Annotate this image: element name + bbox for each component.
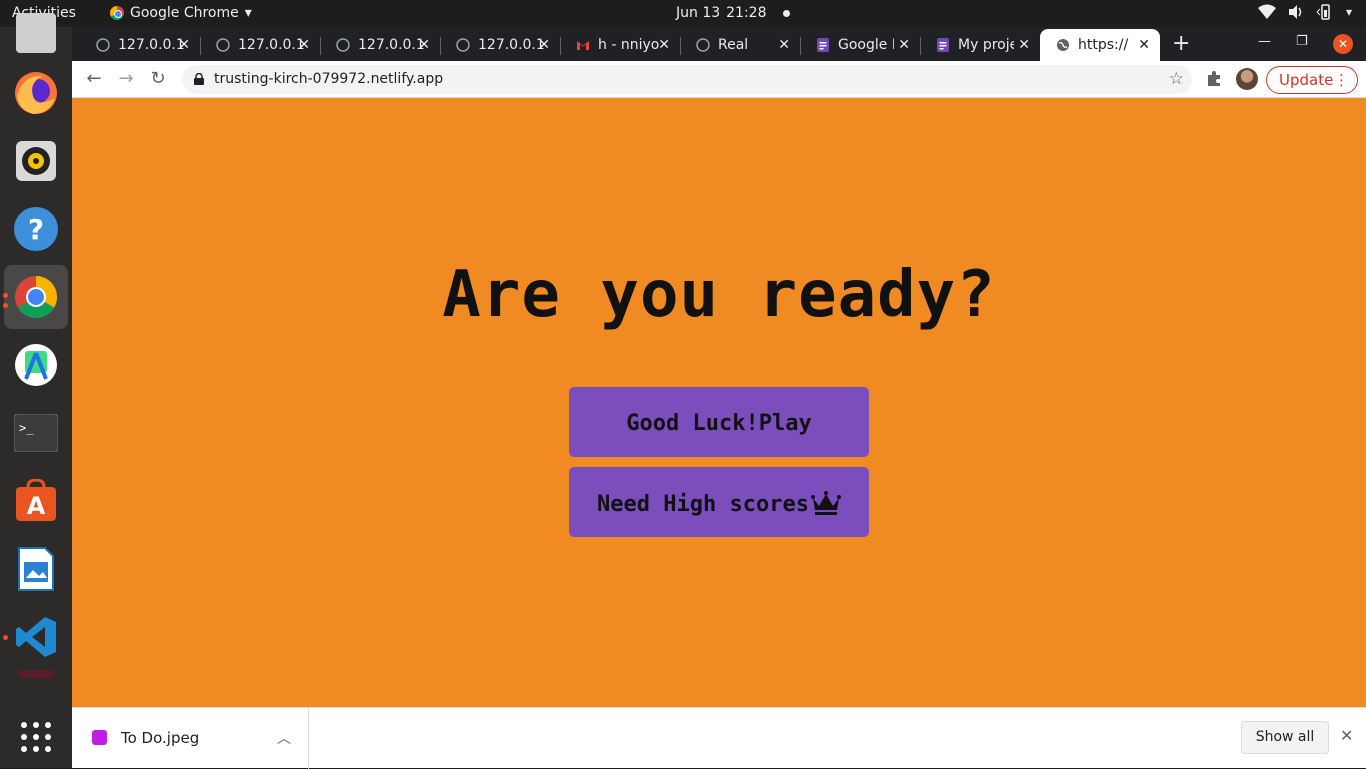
software-center-icon[interactable]: A bbox=[4, 469, 68, 533]
browser-tab[interactable]: 127.0.0.1 ✕ bbox=[320, 29, 440, 61]
tab-close-icon[interactable]: ✕ bbox=[538, 37, 550, 53]
update-button[interactable]: Update ⋮ bbox=[1266, 66, 1358, 94]
play-button[interactable]: Good Luck!Play bbox=[569, 387, 869, 457]
volume-icon bbox=[1288, 5, 1302, 19]
power-menu-icon: ▾ bbox=[1345, 5, 1352, 19]
url-text: trusting-kirch-079972.netlify.app bbox=[214, 71, 444, 87]
tab-close-icon[interactable]: ✕ bbox=[1138, 37, 1150, 53]
browser-tab[interactable]: 127.0.0.1 ✕ bbox=[80, 29, 200, 61]
tab-close-icon[interactable]: ✕ bbox=[658, 37, 670, 53]
clock[interactable]: Jun 13 21:28 bbox=[676, 5, 790, 21]
dock-partial-app-icon[interactable] bbox=[4, 667, 68, 695]
profile-avatar[interactable] bbox=[1236, 68, 1258, 90]
dock: ? >_ A bbox=[0, 13, 72, 769]
svg-text:?: ? bbox=[28, 213, 44, 246]
play-button-label: Good Luck!Play bbox=[626, 410, 812, 436]
wifi-icon bbox=[1257, 4, 1276, 19]
terminal-icon[interactable]: >_ bbox=[4, 401, 68, 465]
browser-tab[interactable]: h - nniyo ✕ bbox=[560, 29, 680, 61]
tab-strip: 127.0.0.1 ✕ 127.0.0.1 ✕ 127.0.0.1 ✕ 127.… bbox=[72, 27, 1366, 61]
back-icon[interactable]: ← bbox=[84, 69, 104, 89]
globe-icon bbox=[336, 38, 350, 52]
vscode-icon[interactable] bbox=[4, 605, 68, 669]
globe-icon bbox=[216, 38, 230, 52]
tab-close-icon[interactable]: ✕ bbox=[1018, 37, 1030, 53]
show-all-button[interactable]: Show all bbox=[1241, 721, 1329, 754]
app-menu[interactable]: Google Chrome ▾ bbox=[110, 5, 252, 21]
minimize-icon[interactable]: — bbox=[1258, 34, 1271, 49]
download-item[interactable]: To Do.jpeg ︿ bbox=[72, 708, 309, 769]
tab-close-icon[interactable]: ✕ bbox=[418, 37, 430, 53]
image-file-icon bbox=[92, 730, 107, 745]
chevron-up-icon[interactable]: ︿ bbox=[277, 728, 291, 748]
lock-icon bbox=[194, 73, 204, 85]
globe-icon bbox=[456, 38, 470, 52]
window-close-button[interactable]: ✕ bbox=[1333, 34, 1353, 54]
forward-icon[interactable]: → bbox=[116, 69, 136, 89]
tab-close-icon[interactable]: ✕ bbox=[298, 37, 310, 53]
firefox-icon[interactable] bbox=[4, 61, 68, 125]
downloads-bar: To Do.jpeg ︿ Show all ✕ bbox=[72, 707, 1366, 769]
system-tray[interactable]: ▾ bbox=[1257, 4, 1352, 20]
globe-icon bbox=[696, 38, 710, 52]
android-studio-icon[interactable] bbox=[4, 333, 68, 397]
extensions-puzzle-icon[interactable] bbox=[1206, 69, 1224, 87]
app-menu-label: Google Chrome bbox=[130, 5, 239, 21]
download-file-name: To Do.jpeg bbox=[121, 729, 200, 747]
tab-close-icon[interactable]: ✕ bbox=[898, 37, 910, 53]
kebab-menu-icon[interactable]: ⋮ bbox=[1334, 67, 1349, 93]
high-scores-button[interactable]: Need High scores bbox=[569, 467, 869, 537]
svg-text:>_: >_ bbox=[19, 421, 34, 435]
notification-dot-icon bbox=[782, 10, 790, 17]
dropdown-arrow-icon: ▾ bbox=[244, 5, 252, 21]
page-headline: Are you ready? bbox=[442, 258, 996, 332]
svg-text:A: A bbox=[27, 492, 46, 520]
dock-partial-app-icon[interactable] bbox=[4, 1, 68, 65]
forms-icon bbox=[937, 38, 949, 52]
running-indicator bbox=[3, 303, 8, 308]
globe-icon bbox=[96, 38, 110, 52]
writer-icon[interactable] bbox=[4, 537, 68, 601]
tab-close-icon[interactable]: ✕ bbox=[778, 37, 790, 53]
chrome-app-icon bbox=[110, 6, 124, 20]
browser-toolbar: ← → ↻ trusting-kirch-079972.netlify.app … bbox=[72, 61, 1366, 98]
high-scores-label: Need High scores bbox=[597, 491, 809, 517]
tab-close-icon[interactable]: ✕ bbox=[178, 37, 190, 53]
update-label: Update bbox=[1279, 71, 1334, 89]
gmail-icon bbox=[577, 41, 589, 50]
help-icon[interactable]: ? bbox=[4, 197, 68, 261]
battery-icon bbox=[1316, 4, 1330, 20]
address-bar[interactable]: trusting-kirch-079972.netlify.app ☆ bbox=[182, 65, 1192, 94]
web-page: Are you ready? Good Luck!Play Need High … bbox=[72, 98, 1366, 707]
running-indicator bbox=[3, 293, 8, 298]
maximize-icon[interactable]: ❐ bbox=[1296, 34, 1308, 49]
running-indicator bbox=[3, 635, 8, 640]
crown-icon bbox=[810, 490, 841, 515]
chrome-icon[interactable] bbox=[4, 265, 68, 329]
date-text: Jun 13 bbox=[676, 5, 721, 21]
globe-icon bbox=[1057, 39, 1069, 51]
bookmark-star-icon[interactable]: ☆ bbox=[1169, 69, 1184, 89]
browser-tab[interactable]: My project ✕ bbox=[920, 29, 1040, 61]
reload-icon[interactable]: ↻ bbox=[148, 69, 168, 89]
close-downloads-icon[interactable]: ✕ bbox=[1340, 726, 1353, 745]
browser-tab-active[interactable]: https:// ✕ bbox=[1040, 29, 1160, 61]
rhythmbox-icon[interactable] bbox=[4, 129, 68, 193]
time-text: 21:28 bbox=[726, 5, 767, 21]
browser-tab[interactable]: Google Forms ✕ bbox=[800, 29, 920, 61]
system-top-bar: Activities Google Chrome ▾ Jun 13 21:28 … bbox=[0, 0, 1366, 27]
browser-tab[interactable]: Real ✕ bbox=[680, 29, 800, 61]
forms-icon bbox=[817, 38, 829, 52]
show-apps-icon[interactable] bbox=[4, 705, 68, 769]
browser-tab[interactable]: 127.0.0.1 ✕ bbox=[440, 29, 560, 61]
new-tab-button[interactable]: + bbox=[1172, 31, 1190, 56]
browser-tab[interactable]: 127.0.0.1 ✕ bbox=[200, 29, 320, 61]
